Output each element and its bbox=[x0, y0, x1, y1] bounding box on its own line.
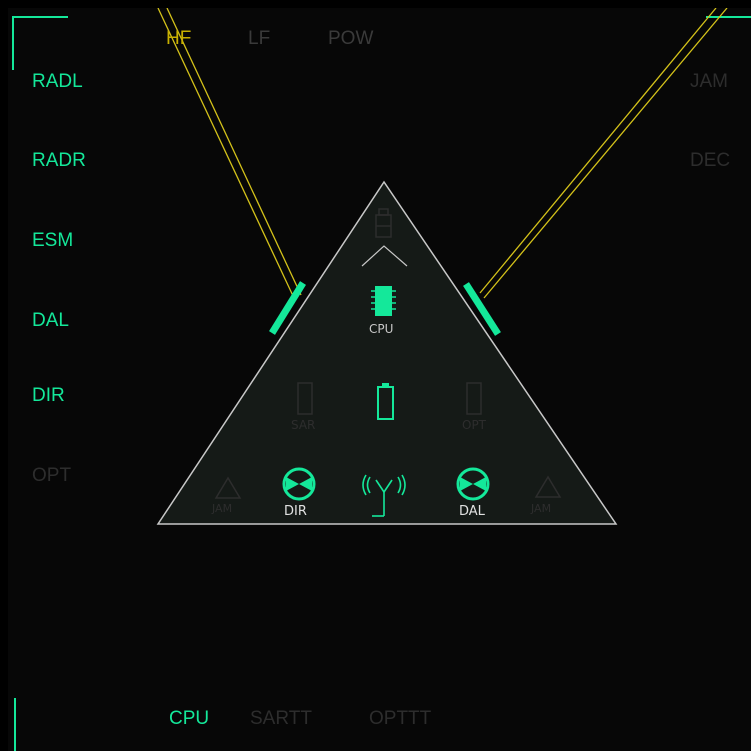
menu-item-esm[interactable]: ESM bbox=[32, 230, 73, 252]
jam-right-label: JAM bbox=[531, 502, 552, 515]
dal-label: DAL bbox=[459, 504, 485, 519]
tab-lf[interactable]: LF bbox=[248, 28, 270, 50]
right-beam-line-1 bbox=[479, 8, 717, 294]
jam-left-label: JAM bbox=[212, 502, 233, 515]
ship-hull-triangle bbox=[156, 180, 618, 525]
opt-label: OPT bbox=[462, 418, 487, 432]
menu-item-dal[interactable]: DAL bbox=[32, 310, 69, 332]
sar-label: SAR bbox=[291, 418, 316, 432]
radar-screen: HF LF POW RADL RADR ESM DAL DIR OPT JAM … bbox=[8, 8, 751, 751]
tab-pow[interactable]: POW bbox=[328, 28, 373, 50]
cpu-label: CPU bbox=[369, 322, 394, 336]
tab-opttt[interactable]: OPTTT bbox=[369, 708, 431, 730]
dir-label: DIR bbox=[284, 504, 307, 519]
tab-cpu[interactable]: CPU bbox=[169, 708, 209, 730]
left-beam-line-2 bbox=[166, 8, 302, 296]
menu-item-opt[interactable]: OPT bbox=[32, 465, 71, 487]
menu-item-dec[interactable]: DEC bbox=[690, 150, 730, 172]
menu-item-jam[interactable]: JAM bbox=[690, 71, 728, 93]
menu-item-radr[interactable]: RADR bbox=[32, 150, 86, 172]
tab-hf[interactable]: HF bbox=[166, 28, 191, 50]
menu-item-radl[interactable]: RADL bbox=[32, 71, 83, 93]
left-beam-line-1 bbox=[157, 8, 295, 299]
menu-item-dir[interactable]: DIR bbox=[32, 385, 65, 407]
tab-sartt[interactable]: SARTT bbox=[250, 708, 312, 730]
ship-diagram bbox=[156, 8, 728, 525]
